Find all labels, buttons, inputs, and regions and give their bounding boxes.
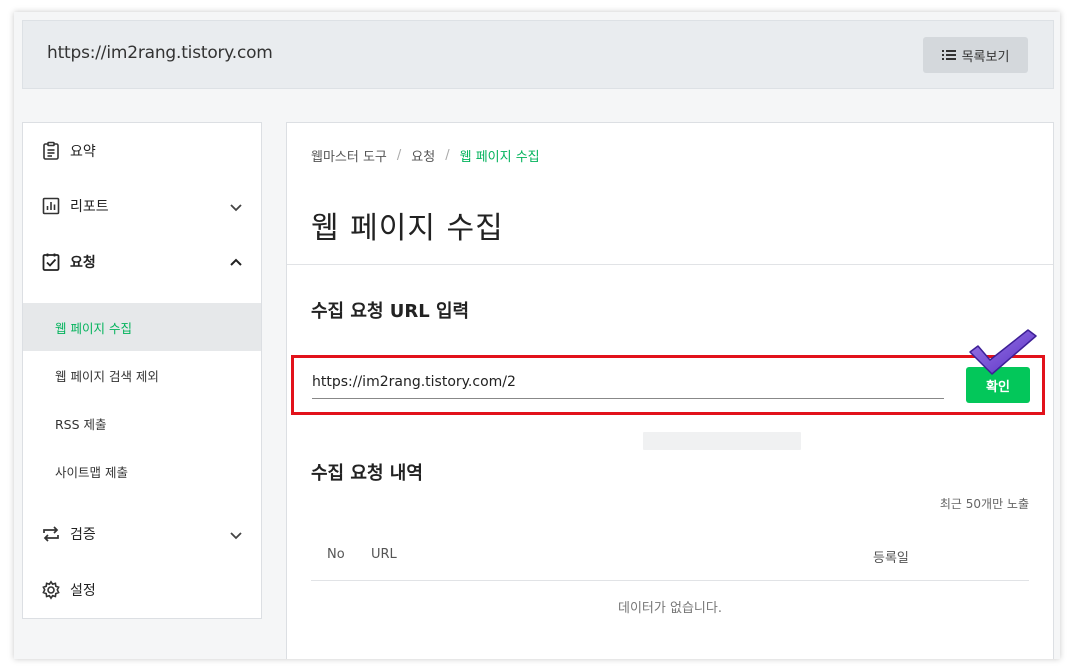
sidebar-item-request[interactable]: 요청 <box>23 238 261 286</box>
sidebar-subitem-label: 웹 페이지 수집 <box>55 320 132 336</box>
chevron-down-icon <box>229 527 243 541</box>
url-input[interactable] <box>312 369 944 399</box>
column-header-date: 등록일 <box>873 551 909 566</box>
sidebar-item-label: 리포트 <box>70 199 109 215</box>
site-header: https://im2rang.tistory.com 목록보기 <box>22 20 1054 89</box>
column-header-url: URL <box>371 547 397 562</box>
list-view-label: 목록보기 <box>961 49 1010 65</box>
chevron-down-icon <box>229 199 243 213</box>
column-header-no: No <box>327 547 345 562</box>
sidebar-subitem-web-page-exclude[interactable]: 웹 페이지 검색 제외 <box>23 351 261 399</box>
history-table: No URL 등록일 데이터가 없습니다. <box>311 533 1029 616</box>
empty-message: 데이터가 없습니다. <box>618 601 722 616</box>
sidebar-item-settings[interactable]: 설정 <box>23 566 261 614</box>
breadcrumb-item[interactable]: 웹마스터 도구 <box>311 146 387 165</box>
gear-icon <box>41 580 61 600</box>
sidebar-item-label: 설정 <box>70 583 96 599</box>
sidebar-item-label: 검증 <box>70 527 96 543</box>
checkmark-icon <box>969 329 1037 375</box>
chevron-up-icon <box>229 255 243 269</box>
list-icon <box>941 49 956 61</box>
breadcrumb: 웹마스터 도구 / 요청 / 웹 페이지 수집 <box>311 146 540 165</box>
sidebar-item-report[interactable]: 리포트 <box>23 182 261 230</box>
breadcrumb-separator: / <box>445 148 450 163</box>
sidebar-item-label: 요청 <box>70 255 96 271</box>
sidebar-subitem-label: RSS 제출 <box>55 416 107 432</box>
sidebar-subitem-label: 웹 페이지 검색 제외 <box>55 368 159 384</box>
sidebar: 요약 리포트 요청 웹 페이지 수집 웹 페이지 검색 제외 RSS 제출 사이… <box>22 122 262 619</box>
repeat-icon <box>41 524 61 544</box>
breadcrumb-separator: / <box>396 148 402 163</box>
watermark-strip <box>643 432 801 450</box>
sidebar-item-verify[interactable]: 검증 <box>23 510 261 558</box>
sidebar-subitem-sitemap[interactable]: 사이트맵 제출 <box>23 447 261 495</box>
sidebar-subitem-rss[interactable]: RSS 제출 <box>23 399 261 447</box>
bar-chart-icon <box>41 196 61 216</box>
list-view-button[interactable]: 목록보기 <box>923 37 1028 73</box>
main-panel: 웹마스터 도구 / 요청 / 웹 페이지 수집 웹 페이지 수집 수집 요청 U… <box>286 122 1054 659</box>
url-section-title: 수집 요청 URL 입력 <box>311 301 470 322</box>
window-frame: https://im2rang.tistory.com 목록보기 요약 리포트 … <box>14 12 1060 659</box>
clipboard-check-icon <box>41 252 61 272</box>
sidebar-subitem-web-page-collect[interactable]: 웹 페이지 수집 <box>23 303 261 351</box>
sidebar-item-label: 요약 <box>70 144 96 160</box>
site-url: https://im2rang.tistory.com <box>47 43 273 63</box>
breadcrumb-item[interactable]: 요청 <box>411 146 435 165</box>
sidebar-subitem-label: 사이트맵 제출 <box>55 464 128 480</box>
clipboard-icon <box>41 141 61 161</box>
recent-note: 최근 50개만 노출 <box>939 497 1029 511</box>
breadcrumb-current: 웹 페이지 수집 <box>459 150 540 165</box>
page-title: 웹 페이지 수집 <box>311 211 504 246</box>
url-input-highlight: 확인 <box>291 355 1045 415</box>
divider <box>287 264 1053 265</box>
sidebar-item-summary[interactable]: 요약 <box>23 127 261 175</box>
history-section-title: 수집 요청 내역 <box>311 463 423 484</box>
table-header: No URL 등록일 <box>311 533 1029 581</box>
